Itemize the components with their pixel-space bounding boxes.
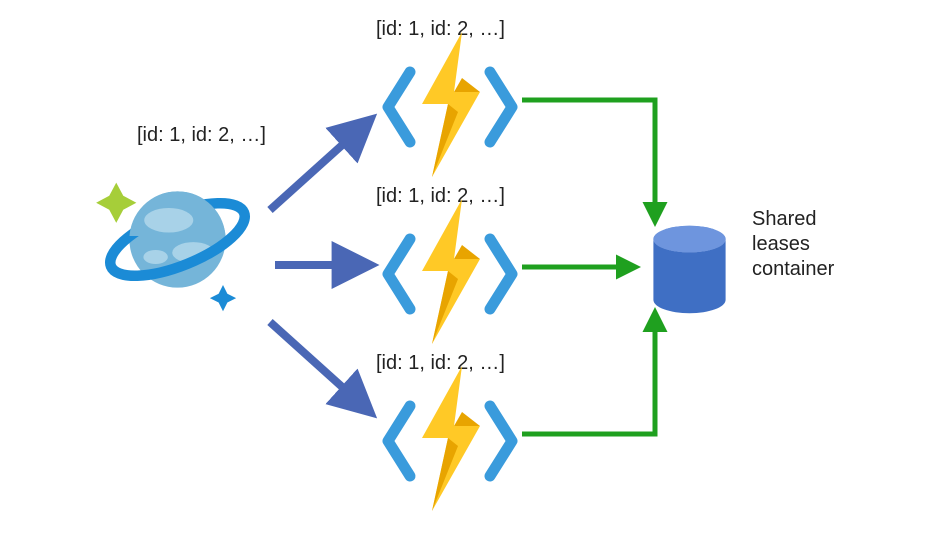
database-icon <box>642 222 737 317</box>
database-label-line1: Shared <box>752 207 834 232</box>
arrow-fn3-to-db <box>522 312 655 434</box>
database-label: Shared leases container <box>752 207 834 282</box>
azure-function-icon-2 <box>380 199 520 344</box>
database-label-line2: leases <box>752 232 834 257</box>
cosmosdb-icon <box>90 152 265 327</box>
source-label: [id: 1, id: 2, …] <box>137 124 266 147</box>
arrow-fn1-to-db <box>522 100 655 222</box>
database-label-line3: container <box>752 257 834 282</box>
azure-function-icon-3 <box>380 366 520 511</box>
azure-function-icon-1 <box>380 32 520 177</box>
arrow-source-to-fn3 <box>270 322 370 412</box>
arrow-source-to-fn1 <box>270 120 370 210</box>
diagram-stage: [id: 1, id: 2, …] [id: 1, id: 2, …] [id:… <box>0 0 950 534</box>
